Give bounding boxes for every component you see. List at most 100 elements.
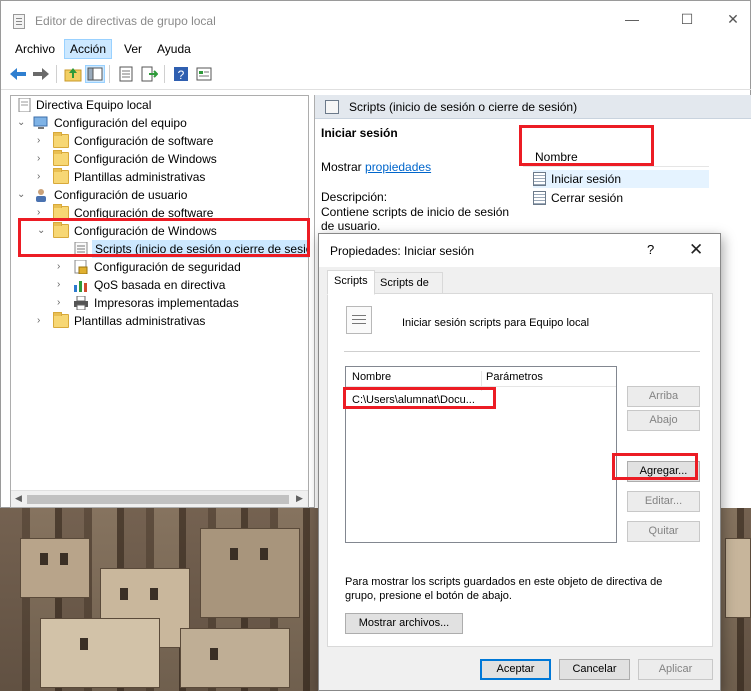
tab-powershell-scripts[interactable]: Scripts de PowerShell (373, 272, 443, 309)
tree-label: Plantillas administrativas (74, 314, 206, 328)
tree-label: Configuración de software (74, 206, 214, 220)
tree-label: Configuración del equipo (54, 116, 187, 130)
section-title: Iniciar sesión (321, 126, 398, 140)
script-path: C:\Users\alumnat\Docu... (352, 394, 475, 406)
tree-label: Impresoras implementadas (94, 296, 239, 310)
security-lock-icon (74, 260, 88, 274)
script-document-icon (346, 306, 372, 334)
scripts-list-header: Nombre Parámetros (346, 367, 616, 391)
folder-icon (53, 204, 69, 220)
tree-label: Plantillas administrativas (74, 170, 206, 184)
menu-ayuda[interactable]: Ayuda (153, 41, 195, 57)
scripts-list[interactable]: Nombre Parámetros C:\Users\alumnat\Docu.… (345, 366, 617, 543)
description-text: Contiene scripts de inicio de sesión de … (321, 205, 510, 233)
minimize-button[interactable]: — (622, 11, 642, 27)
cancel-button[interactable]: Cancelar (559, 659, 630, 680)
tree-label: Configuración de Windows (74, 152, 217, 166)
tree-label: QoS basada en directiva (94, 278, 226, 292)
list-item-label: Cerrar sesión (551, 191, 624, 205)
scripts-heading: Iniciar sesión scripts para Equipo local (402, 317, 590, 329)
tree-pane: Directiva Equipo local ⌄ Configuración d… (10, 95, 309, 508)
forward-arrow-icon[interactable] (32, 66, 50, 82)
scroll-thumb[interactable] (27, 495, 289, 504)
chevron-right-icon[interactable]: › (57, 276, 69, 294)
scroll-left-icon[interactable]: ◀ (15, 493, 22, 504)
folder-icon (53, 312, 69, 328)
column-header-parameters[interactable]: Parámetros (486, 371, 543, 383)
show-files-info-text: Para mostrar los scripts guardados en es… (345, 576, 663, 602)
menu-ver[interactable]: Ver (120, 41, 146, 57)
detail-header: Scripts (inicio de sesión o cierre de se… (315, 95, 751, 119)
show-hide-tree-icon[interactable] (85, 65, 105, 83)
help-button[interactable]: ? (647, 242, 654, 257)
app-icon (13, 14, 25, 29)
divider (344, 351, 700, 352)
down-button[interactable]: Abajo (627, 410, 700, 431)
tab-scripts[interactable]: Scripts (327, 270, 375, 295)
window-title: Editor de directivas de grupo local (35, 14, 216, 28)
description-label: Descripción: (321, 190, 388, 204)
qos-chart-icon (74, 281, 87, 292)
show-files-button[interactable]: Mostrar archivos... (345, 613, 463, 634)
script-icon (325, 100, 339, 114)
menu-accion[interactable]: Acción (64, 39, 113, 59)
printer-icon (74, 296, 88, 310)
scripts-tab-panel: Iniciar sesión scripts para Equipo local… (327, 293, 713, 647)
remove-button[interactable]: Quitar (627, 521, 700, 542)
computer-icon (33, 116, 48, 129)
script-row[interactable]: C:\Users\alumnat\Docu... (352, 394, 475, 406)
menu-archivo[interactable]: Archivo (11, 41, 59, 57)
column-separator[interactable] (481, 371, 482, 391)
show-properties-line: Mostrar propiedades (321, 160, 431, 174)
chevron-right-icon[interactable]: › (37, 312, 49, 330)
dialog-close-button[interactable]: ✕ (689, 240, 703, 260)
list-item-logon[interactable]: Iniciar sesión (533, 170, 709, 188)
folder-icon (53, 222, 69, 238)
script-icon (74, 242, 88, 256)
column-header-name[interactable]: Nombre (523, 147, 709, 167)
chevron-right-icon[interactable]: › (37, 204, 49, 222)
column-header-name[interactable]: Nombre (352, 371, 391, 383)
show-prefix: Mostrar (321, 160, 362, 174)
properties-link[interactable]: propiedades (365, 160, 431, 174)
menu-bar: Archivo Acción Ver Ayuda (1, 39, 750, 59)
toolbar-separator (164, 65, 165, 83)
tree-label: Configuración de seguridad (94, 260, 241, 274)
svg-text:?: ? (178, 68, 185, 82)
tree-horizontal-scrollbar[interactable]: ◀ ▶ (11, 490, 308, 507)
help-icon[interactable]: ? (172, 66, 190, 82)
folder-icon (53, 168, 69, 184)
view-icon[interactable] (195, 66, 213, 82)
detail-header-title: Scripts (inicio de sesión o cierre de se… (349, 100, 578, 114)
edit-button[interactable]: Editar... (627, 491, 700, 512)
chevron-down-icon[interactable]: ⌄ (37, 222, 49, 240)
list-item-logoff[interactable]: Cerrar sesión (533, 189, 709, 207)
toolbar-separator (56, 65, 57, 83)
up-folder-icon[interactable] (64, 66, 82, 82)
tree-label: Scripts (inicio de sesión o cierre de se… (92, 240, 308, 258)
tree-label: Configuración de Windows (74, 224, 217, 238)
script-icon (533, 172, 546, 186)
ok-button[interactable]: Aceptar (480, 659, 551, 680)
chevron-right-icon[interactable]: › (37, 132, 49, 150)
apply-button[interactable]: Aplicar (638, 659, 713, 680)
user-icon (36, 189, 46, 202)
scroll-right-icon[interactable]: ▶ (296, 493, 303, 504)
chevron-right-icon[interactable]: › (57, 294, 69, 312)
close-button[interactable]: ✕ (723, 11, 743, 28)
add-button[interactable]: Agregar... (627, 461, 700, 482)
chevron-right-icon[interactable]: › (37, 150, 49, 168)
back-arrow-icon[interactable] (9, 66, 27, 82)
chevron-down-icon[interactable]: ⌄ (17, 114, 29, 132)
tree-label: Directiva Equipo local (36, 98, 152, 112)
up-button[interactable]: Arriba (627, 386, 700, 407)
title-bar: Editor de directivas de grupo local — ☐ … (1, 1, 750, 39)
properties-icon[interactable] (117, 66, 135, 82)
chevron-down-icon[interactable]: ⌄ (17, 186, 29, 204)
tree-label: Configuración de usuario (54, 188, 188, 202)
folder-icon (53, 132, 69, 148)
chevron-right-icon[interactable]: › (37, 168, 49, 186)
chevron-right-icon[interactable]: › (57, 258, 69, 276)
export-list-icon[interactable] (140, 66, 158, 82)
maximize-button[interactable]: ☐ (677, 11, 697, 28)
